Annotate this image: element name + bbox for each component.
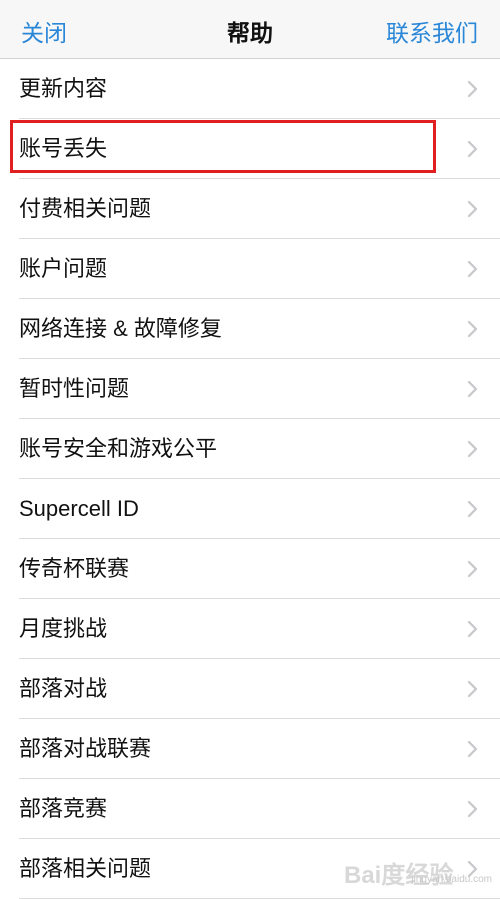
chevron-right-icon — [467, 321, 478, 337]
list-item-payment-issues[interactable]: 付费相关问题 — [0, 179, 500, 239]
chevron-right-icon — [467, 141, 478, 157]
list-item-update-content[interactable]: 更新内容 — [0, 59, 500, 119]
list-item-label: 付费相关问题 — [19, 196, 152, 221]
chevron-right-icon — [467, 81, 478, 97]
help-topic-list: 更新内容 账号丢失 付费相关问题 账户问题 网络连接 & 故障修复 暂时性问题 … — [0, 59, 500, 899]
list-item-monthly-challenge[interactable]: 月度挑战 — [0, 599, 500, 659]
list-item-label: 部落相关问题 — [19, 856, 152, 881]
list-item-label: 暂时性问题 — [19, 376, 130, 401]
chevron-right-icon — [467, 261, 478, 277]
list-item-label: 账号丢失 — [19, 136, 108, 161]
list-item-account-lost[interactable]: 账号丢失 — [0, 119, 500, 179]
list-item-clan-war-league[interactable]: 部落对战联赛 — [0, 719, 500, 779]
list-item-label: 部落竞赛 — [19, 796, 108, 821]
chevron-right-icon — [467, 201, 478, 217]
list-item-supercell-id[interactable]: Supercell ID — [0, 479, 500, 539]
chevron-right-icon — [467, 621, 478, 637]
list-item-security-fair-play[interactable]: 账号安全和游戏公平 — [0, 419, 500, 479]
list-item-label: Supercell ID — [19, 496, 139, 521]
list-item-clan-games[interactable]: 部落竞赛 — [0, 779, 500, 839]
list-item-clan-war[interactable]: 部落对战 — [0, 659, 500, 719]
list-item-temporary-issues[interactable]: 暂时性问题 — [0, 359, 500, 419]
navigation-bar: 关闭 帮助 联系我们 — [0, 0, 500, 59]
list-item-account-issues[interactable]: 账户问题 — [0, 239, 500, 299]
list-item-legend-cup[interactable]: 传奇杯联赛 — [0, 539, 500, 599]
list-item-label: 部落对战 — [19, 676, 108, 701]
chevron-right-icon — [467, 501, 478, 517]
chevron-right-icon — [467, 681, 478, 697]
contact-us-button[interactable]: 联系我们 — [386, 14, 478, 48]
list-item-network-troubleshooting[interactable]: 网络连接 & 故障修复 — [0, 299, 500, 359]
list-item-label: 账户问题 — [19, 256, 108, 281]
list-item-label: 更新内容 — [19, 76, 108, 101]
chevron-right-icon — [467, 381, 478, 397]
list-item-label: 月度挑战 — [19, 616, 108, 641]
list-item-label: 账号安全和游戏公平 — [19, 436, 218, 461]
chevron-right-icon — [467, 561, 478, 577]
list-item-clan-issues[interactable]: 部落相关问题 — [0, 839, 500, 899]
chevron-right-icon — [467, 861, 478, 877]
list-item-label: 部落对战联赛 — [19, 736, 152, 761]
list-item-label: 传奇杯联赛 — [19, 556, 130, 581]
chevron-right-icon — [467, 441, 478, 457]
chevron-right-icon — [467, 801, 478, 817]
chevron-right-icon — [467, 741, 478, 757]
list-item-label: 网络连接 & 故障修复 — [19, 316, 222, 341]
